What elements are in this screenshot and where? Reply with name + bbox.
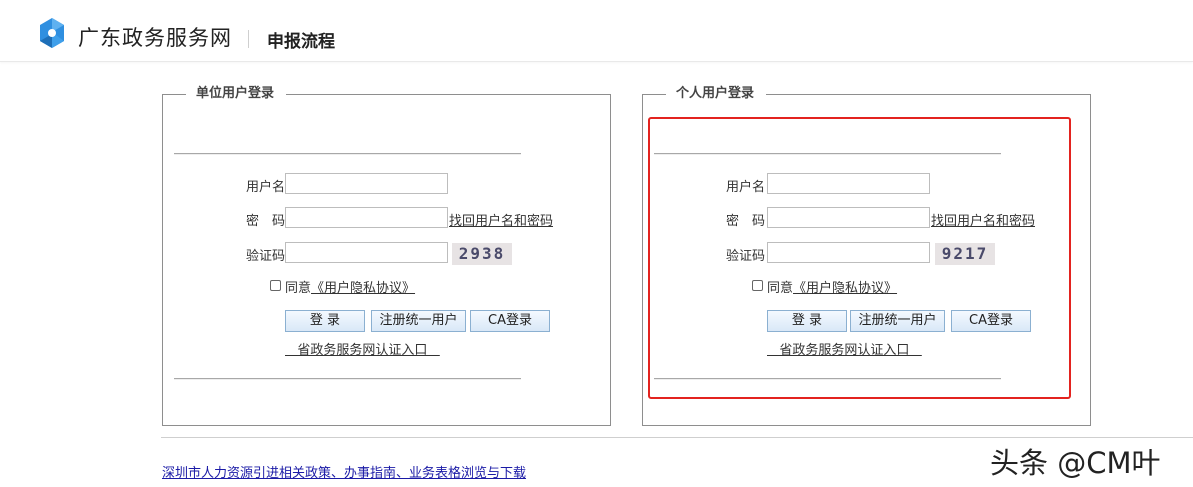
divider-line — [174, 153, 521, 155]
captcha-label: 验证码 — [725, 249, 765, 264]
org-forgot-credentials-link[interactable]: 找回用户名和密码 — [449, 210, 553, 229]
personal-ca-login-button[interactable]: CA登录 — [951, 310, 1031, 332]
personal-agree-text: 同意《用户隐私协议》 — [767, 277, 897, 296]
org-login-panel: 单位用户登录 用户名 密 码 找回用户名和密码 验证码 2938 同意《用户隐私… — [162, 86, 611, 426]
personal-password-input[interactable] — [767, 207, 930, 228]
personal-login-panel: 个人用户登录 用户名 密 码 找回用户名和密码 验证码 9217 同意《用户隐私… — [642, 86, 1091, 426]
username-label: 用户名 — [725, 180, 765, 195]
org-agree-checkbox[interactable] — [270, 280, 281, 291]
watermark-text: 头条 @CM叶 — [990, 446, 1161, 480]
site-title[interactable]: 广东政务服务网 — [78, 22, 232, 52]
password-label: 密 码 — [245, 214, 285, 229]
personal-forgot-credentials-link[interactable]: 找回用户名和密码 — [931, 210, 1035, 229]
personal-captcha-image[interactable]: 9217 — [935, 243, 995, 265]
agree-prefix: 同意 — [767, 281, 794, 296]
org-register-button[interactable]: 注册统一用户 — [371, 310, 466, 332]
page-title: 申报流程 — [267, 32, 335, 52]
gd-gov-service-logo-icon[interactable] — [37, 17, 67, 51]
divider-line — [654, 378, 1001, 380]
agree-prefix: 同意 — [285, 281, 312, 296]
org-ca-login-button[interactable]: CA登录 — [470, 310, 550, 332]
org-login-legend: 单位用户登录 — [186, 86, 287, 102]
org-password-input[interactable] — [285, 207, 448, 228]
personal-username-input[interactable] — [767, 173, 930, 194]
personal-login-button[interactable]: 登 录 — [767, 310, 847, 332]
password-label: 密 码 — [725, 214, 765, 229]
divider-line — [174, 378, 521, 380]
policy-download-link[interactable]: 深圳市人力资源引进相关政策、办事指南、业务表格浏览与下载 — [162, 462, 526, 481]
org-portal-auth-link[interactable]: 省政务服务网认证入口 — [285, 339, 440, 358]
footer-divider — [161, 437, 1193, 438]
org-agree-text: 同意《用户隐私协议》 — [285, 277, 415, 296]
page-header: 广东政务服务网 申报流程 — [0, 0, 1193, 62]
captcha-label: 验证码 — [245, 249, 285, 264]
privacy-agreement-link[interactable]: 《用户隐私协议》 — [793, 281, 897, 296]
personal-captcha-input[interactable] — [767, 242, 930, 263]
personal-register-button[interactable]: 注册统一用户 — [850, 310, 945, 332]
privacy-agreement-link[interactable]: 《用户隐私协议》 — [311, 281, 415, 296]
personal-login-legend: 个人用户登录 — [666, 86, 767, 102]
org-captcha-input[interactable] — [285, 242, 448, 263]
divider-line — [654, 153, 1001, 155]
org-captcha-image[interactable]: 2938 — [452, 243, 512, 265]
org-login-button[interactable]: 登 录 — [285, 310, 365, 332]
username-label: 用户名 — [245, 180, 285, 195]
org-username-input[interactable] — [285, 173, 448, 194]
personal-portal-auth-link[interactable]: 省政务服务网认证入口 — [767, 339, 922, 358]
personal-agree-checkbox[interactable] — [752, 280, 763, 291]
header-divider — [248, 30, 249, 48]
